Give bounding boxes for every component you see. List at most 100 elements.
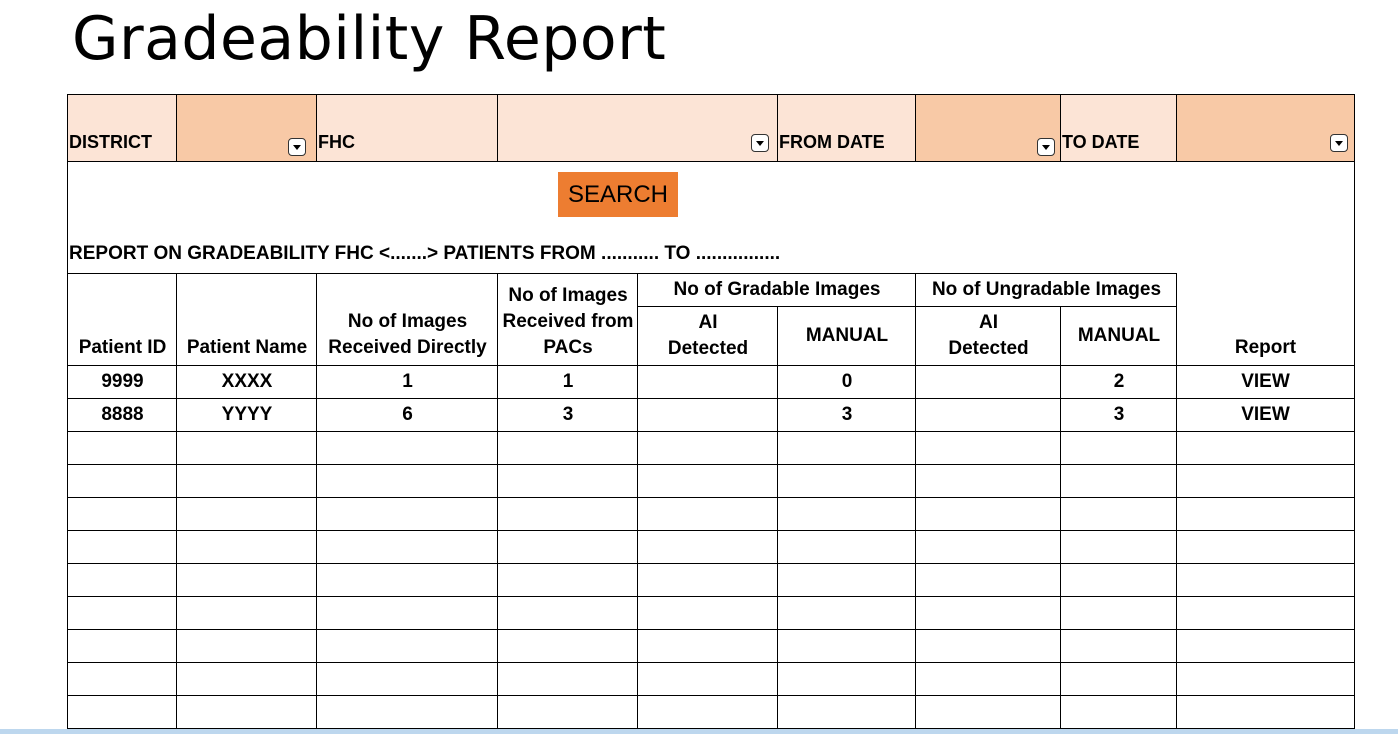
empty-cell [497, 464, 638, 498]
empty-cell [67, 464, 177, 498]
empty-cell [497, 662, 638, 696]
empty-cell [316, 530, 498, 564]
empty-cell [67, 530, 177, 564]
empty-cell [67, 629, 177, 663]
cell-report[interactable]: VIEW [1176, 398, 1355, 432]
fhc-label: FHC [316, 94, 498, 162]
empty-cell [915, 431, 1061, 465]
from-date-label: FROM DATE [777, 94, 916, 162]
empty-cell [1176, 596, 1355, 630]
empty-cell [67, 431, 177, 465]
empty-cell [777, 497, 916, 531]
chevron-down-icon[interactable] [1037, 138, 1055, 156]
chevron-down-icon[interactable] [1330, 134, 1348, 152]
empty-cell [777, 464, 916, 498]
empty-cell [316, 563, 498, 597]
header-patient-name: Patient Name [176, 273, 317, 366]
empty-cell [497, 563, 638, 597]
to-date-select[interactable] [1176, 94, 1355, 162]
header-ungradable-manual: MANUAL [1060, 306, 1177, 366]
cell-ungradable-ai [915, 398, 1061, 432]
cell-ungradable-manual: 3 [1060, 398, 1177, 432]
empty-cell [777, 530, 916, 564]
empty-cell [637, 629, 778, 663]
empty-cell [1176, 629, 1355, 663]
cell-gradable-manual: 3 [777, 398, 916, 432]
header-gradable-manual: MANUAL [777, 306, 916, 366]
empty-cell [777, 662, 916, 696]
empty-cell [1060, 563, 1177, 597]
district-select[interactable] [176, 94, 317, 162]
page-title: Gradeability Report [72, 4, 667, 74]
empty-cell [637, 431, 778, 465]
header-patient-id: Patient ID [67, 273, 177, 366]
to-date-label: TO DATE [1060, 94, 1177, 162]
header-images-pacs: No of Images Received from PACs [497, 273, 638, 366]
empty-cell [1060, 695, 1177, 729]
empty-cell [176, 497, 317, 531]
empty-cell [1176, 431, 1355, 465]
empty-cell [497, 431, 638, 465]
empty-cell [176, 596, 317, 630]
empty-cell [497, 596, 638, 630]
empty-cell [777, 563, 916, 597]
empty-cell [176, 530, 317, 564]
empty-cell [497, 695, 638, 729]
empty-cell [1060, 596, 1177, 630]
header-gradable-ai: AI Detected [637, 306, 778, 366]
empty-cell [915, 596, 1061, 630]
empty-cell [1176, 695, 1355, 729]
empty-cell [176, 563, 317, 597]
empty-cell [316, 497, 498, 531]
empty-cell [316, 596, 498, 630]
header-images-direct: No of Images Received Directly [316, 273, 498, 366]
empty-cell [176, 629, 317, 663]
empty-cell [1176, 464, 1355, 498]
empty-cell [497, 530, 638, 564]
cell-patient-id: 9999 [67, 365, 177, 399]
cell-images-pacs: 1 [497, 365, 638, 399]
empty-cell [1176, 563, 1355, 597]
empty-cell [316, 629, 498, 663]
from-date-select[interactable] [915, 94, 1061, 162]
report-summary: REPORT ON GRADEABILITY FHC <.......> PAT… [69, 243, 781, 264]
empty-cell [1060, 530, 1177, 564]
empty-cell [176, 464, 317, 498]
cell-ungradable-manual: 2 [1060, 365, 1177, 399]
cell-images-direct: 1 [316, 365, 498, 399]
empty-cell [637, 464, 778, 498]
empty-cell [637, 596, 778, 630]
cell-images-direct: 6 [316, 398, 498, 432]
header-ungradable-ai: AI Detected [915, 306, 1061, 366]
empty-cell [915, 662, 1061, 696]
cell-gradable-ai [637, 398, 778, 432]
empty-cell [67, 662, 177, 696]
cell-patient-id: 8888 [67, 398, 177, 432]
empty-cell [915, 563, 1061, 597]
fhc-select[interactable] [497, 94, 778, 162]
chevron-down-icon[interactable] [288, 138, 306, 156]
empty-cell [637, 530, 778, 564]
empty-cell [316, 662, 498, 696]
empty-cell [1060, 464, 1177, 498]
empty-cell [316, 695, 498, 729]
empty-cell [637, 695, 778, 729]
empty-cell [915, 629, 1061, 663]
empty-cell [1060, 497, 1177, 531]
chevron-down-icon[interactable] [751, 134, 769, 152]
search-button[interactable]: SEARCH [558, 172, 678, 217]
empty-cell [637, 497, 778, 531]
empty-cell [497, 629, 638, 663]
empty-cell [176, 431, 317, 465]
cell-report[interactable]: VIEW [1176, 365, 1355, 399]
cell-gradable-manual: 0 [777, 365, 916, 399]
empty-cell [1060, 629, 1177, 663]
district-label: DISTRICT [67, 94, 177, 162]
empty-cell [777, 431, 916, 465]
empty-cell [1176, 662, 1355, 696]
cell-patient-name: XXXX [176, 365, 317, 399]
empty-cell [777, 629, 916, 663]
header-gradable-group: No of Gradable Images [637, 273, 916, 307]
empty-cell [777, 695, 916, 729]
empty-cell [497, 497, 638, 531]
